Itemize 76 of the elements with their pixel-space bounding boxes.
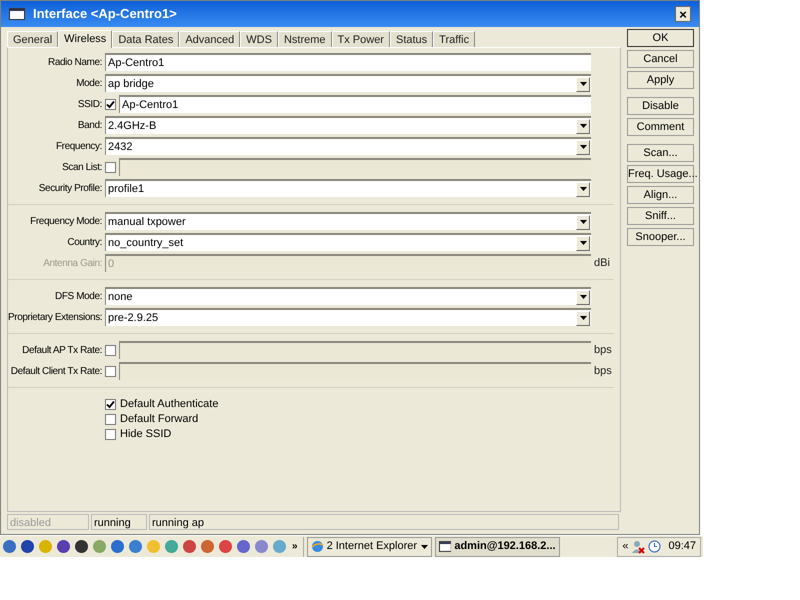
dropdown[interactable]: none <box>105 287 591 305</box>
tab[interactable]: General <box>7 31 58 47</box>
dialog-button[interactable]: Disable <box>627 97 694 115</box>
clock[interactable]: 09:47 <box>668 538 696 555</box>
tab[interactable]: Advanced <box>179 31 240 47</box>
input-field[interactable]: Ap-Centro1 <box>105 53 591 71</box>
dialog-button[interactable]: Sniff... <box>627 207 694 225</box>
field-label: Radio Name: <box>47 56 103 70</box>
field-label: Band: <box>76 118 103 132</box>
checkbox[interactable] <box>105 428 116 440</box>
field-label: Frequency Mode: <box>29 214 103 228</box>
field-label: SSID: <box>76 98 103 112</box>
field-label: Scan List: <box>61 160 103 174</box>
clock-icon[interactable] <box>648 540 662 553</box>
checkbox[interactable] <box>105 414 116 424</box>
dialog-button[interactable]: Comment <box>627 118 694 136</box>
unit-label: bps <box>594 342 613 358</box>
dropdown-arrow-icon[interactable] <box>420 544 428 548</box>
tab[interactable]: Data Rates <box>112 31 180 47</box>
tab[interactable]: Traffic <box>433 31 476 47</box>
field-label: Frequency: <box>54 140 103 154</box>
taskbar-button[interactable]: 2 Internet Explorer <box>306 536 432 556</box>
tab[interactable]: Tx Power <box>332 31 390 47</box>
checkbox[interactable] <box>105 366 116 376</box>
field-label: DFS Mode: <box>54 290 103 304</box>
unit-label: dBi <box>594 256 611 271</box>
dropdown[interactable]: 2.4GHz-B <box>105 116 591 134</box>
dropdown[interactable]: manual txpower <box>105 212 591 230</box>
input-field[interactable] <box>119 341 591 359</box>
checkbox-label: Hide SSID <box>120 426 172 442</box>
app-icon[interactable] <box>20 539 35 554</box>
globe-icon <box>310 540 324 553</box>
field-label: Security Profile: <box>38 182 103 196</box>
tray-expand-button[interactable]: « <box>622 538 628 555</box>
field-label: Country: <box>66 236 103 250</box>
input-field[interactable]: Ap-Centro1 <box>119 95 591 113</box>
input-field[interactable] <box>119 158 591 176</box>
field-label: Default AP Tx Rate: <box>21 344 103 358</box>
field-label: Antenna Gain: <box>42 256 103 270</box>
app-icon[interactable] <box>74 539 89 554</box>
more-button[interactable]: » <box>289 539 301 554</box>
window-icon <box>9 8 25 20</box>
tab[interactable]: WDS <box>240 31 278 47</box>
tab[interactable]: Wireless <box>58 30 112 48</box>
checkbox[interactable] <box>105 162 116 172</box>
user-error-icon[interactable] <box>631 540 646 554</box>
dropdown[interactable]: 2432 <box>105 137 591 155</box>
checkbox[interactable] <box>105 344 116 356</box>
checkbox-label: Default Forward <box>120 412 198 427</box>
dropdown[interactable]: pre-2.9.25 <box>105 308 591 326</box>
dialog-button[interactable]: Scan... <box>627 144 694 162</box>
checkbox[interactable] <box>105 398 116 410</box>
dialog-button[interactable]: Apply <box>627 71 694 89</box>
checkbox[interactable] <box>105 98 116 110</box>
taskbar-button[interactable]: admin@192.168.2... <box>434 536 560 556</box>
window-title: Interface <Ap-Centro1> <box>33 5 178 24</box>
app-icon[interactable] <box>56 539 71 554</box>
dialog-button[interactable]: Snooper... <box>627 228 694 246</box>
dropdown[interactable]: profile1 <box>105 179 591 197</box>
status-cell: running ap <box>149 514 619 530</box>
field-label: Default Client Tx Rate: <box>10 364 103 378</box>
dropdown[interactable]: no_country_set <box>105 233 591 251</box>
dialog-button[interactable]: Align... <box>627 186 694 204</box>
dialog-button[interactable]: Cancel <box>627 50 694 68</box>
dropdown[interactable]: ap bridge <box>105 74 591 92</box>
status-cell: running <box>91 514 147 530</box>
close-button[interactable]: × <box>675 6 691 22</box>
dialog-button[interactable]: OK <box>627 29 694 47</box>
status-cell: disabled <box>7 514 89 530</box>
tab[interactable]: Status <box>390 31 434 47</box>
checkbox-label: Default Authenticate <box>120 396 218 412</box>
field-label: Mode: <box>75 76 103 90</box>
tab[interactable]: Nstreme <box>278 31 332 47</box>
unit-label: bps <box>594 364 613 379</box>
window-icon <box>438 541 452 552</box>
field-label: Proprietary Extensions: <box>8 310 104 324</box>
